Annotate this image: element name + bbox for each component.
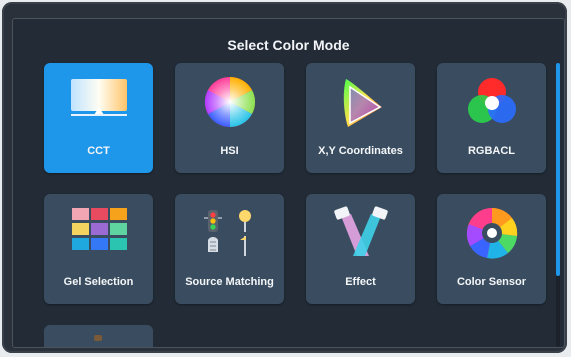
mode-tile-cct[interactable]: CCT bbox=[44, 63, 153, 173]
scrollbar-thumb[interactable] bbox=[556, 63, 560, 276]
color-wheel-icon bbox=[203, 75, 257, 134]
color-sensor-wheel-icon bbox=[465, 206, 519, 265]
spotlights-icon bbox=[329, 206, 393, 265]
mode-tile-hsi[interactable]: HSI bbox=[175, 63, 284, 173]
page-title: Select Color Mode bbox=[227, 37, 350, 53]
rgb-circles-icon bbox=[465, 75, 519, 134]
mode-tile-rgbacl[interactable]: RGBACL bbox=[437, 63, 546, 173]
mode-tile-partial[interactable] bbox=[44, 325, 153, 347]
mode-label: Source Matching bbox=[185, 276, 274, 288]
mode-tile-color-sensor[interactable]: Color Sensor bbox=[437, 194, 546, 304]
mode-label: CCT bbox=[87, 145, 110, 157]
mode-label: RGBACL bbox=[467, 145, 516, 157]
cct-gradient-icon bbox=[67, 75, 131, 124]
gel-swatches-icon bbox=[70, 206, 128, 257]
device-frame: Select Color Mode CCT HSI X,Y Coordinate… bbox=[2, 2, 567, 353]
mode-label: Effect bbox=[345, 276, 376, 288]
partial-tile-icon bbox=[94, 335, 102, 341]
mode-label: X,Y Coordinates bbox=[318, 145, 403, 157]
mode-tile-xy-coordinates[interactable]: X,Y Coordinates bbox=[306, 63, 415, 173]
mode-tile-gel-selection[interactable]: Gel Selection bbox=[44, 194, 153, 304]
traffic-light-streetlamp-icon bbox=[200, 206, 260, 265]
mode-label: HSI bbox=[220, 145, 239, 157]
cie-triangle-icon bbox=[336, 75, 386, 134]
mode-tile-effect[interactable]: Effect bbox=[306, 194, 415, 304]
mode-tile-source-matching[interactable]: Source Matching bbox=[175, 194, 284, 304]
scrollbar[interactable] bbox=[556, 63, 560, 347]
mode-label: Gel Selection bbox=[63, 276, 134, 288]
mode-label: Color Sensor bbox=[456, 276, 527, 288]
color-mode-screen: Select Color Mode CCT HSI X,Y Coordinate… bbox=[12, 18, 565, 348]
